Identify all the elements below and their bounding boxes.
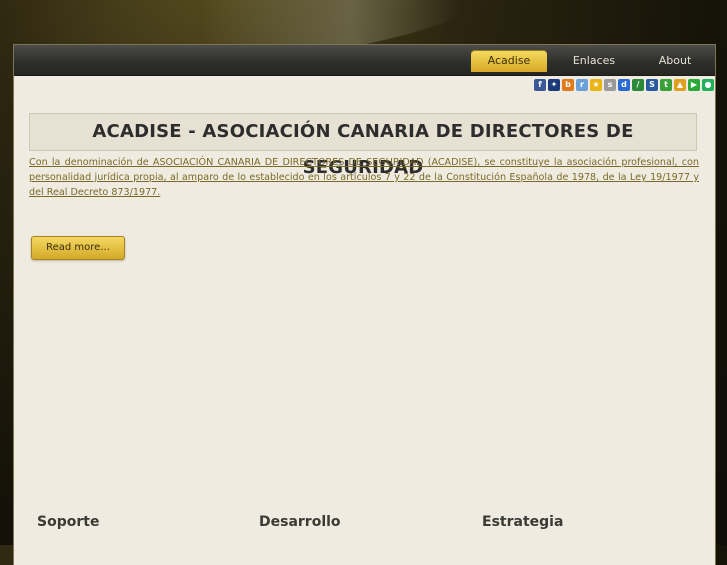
- article-intro-link[interactable]: Con la denominación de ASOCIACIÓN CANARI…: [29, 155, 699, 200]
- furl-icon[interactable]: /: [632, 79, 644, 91]
- technorati-icon[interactable]: t: [660, 79, 672, 91]
- footer-heading-soporte: Soporte: [37, 514, 100, 530]
- social-bookmark-bar: f ✦ b r ★ s d / St ▲ ▶ ●: [534, 79, 714, 93]
- blinklist-icon[interactable]: b: [562, 79, 574, 91]
- nav-item-about[interactable]: About: [642, 50, 708, 72]
- nav-item-acadise[interactable]: Acadise: [471, 50, 547, 72]
- myspace-icon[interactable]: ✦: [548, 79, 560, 91]
- delicious-icon[interactable]: d: [618, 79, 630, 91]
- footer-heading-estrategia: Estrategia: [482, 514, 564, 530]
- page-frame: Acadise Enlaces About f ✦ b r ★ s d / St ▲ ▶ ● ACAD…: [13, 44, 716, 565]
- simpy-icon[interactable]: s: [604, 79, 616, 91]
- digg-icon[interactable]: ▲: [674, 79, 686, 91]
- stumbleupon-icon[interactable]: S: [646, 79, 658, 91]
- footer-heading-desarrollo: Desarrollo: [259, 514, 341, 530]
- nav-item-enlaces[interactable]: Enlaces: [559, 50, 629, 72]
- read-more-button[interactable]: Read more...: [31, 236, 125, 260]
- google-icon[interactable]: ▶: [688, 79, 700, 91]
- favorite-star-icon[interactable]: ★: [590, 79, 602, 91]
- main-navbar: Acadise Enlaces About: [14, 45, 715, 76]
- reddit-icon[interactable]: r: [576, 79, 588, 91]
- article-title-box: ACADISE - ASOCIACIÓN CANARIA DE DIRECTOR…: [29, 113, 697, 178]
- facebook-icon[interactable]: f: [534, 79, 546, 91]
- live-icon[interactable]: ●: [702, 79, 714, 91]
